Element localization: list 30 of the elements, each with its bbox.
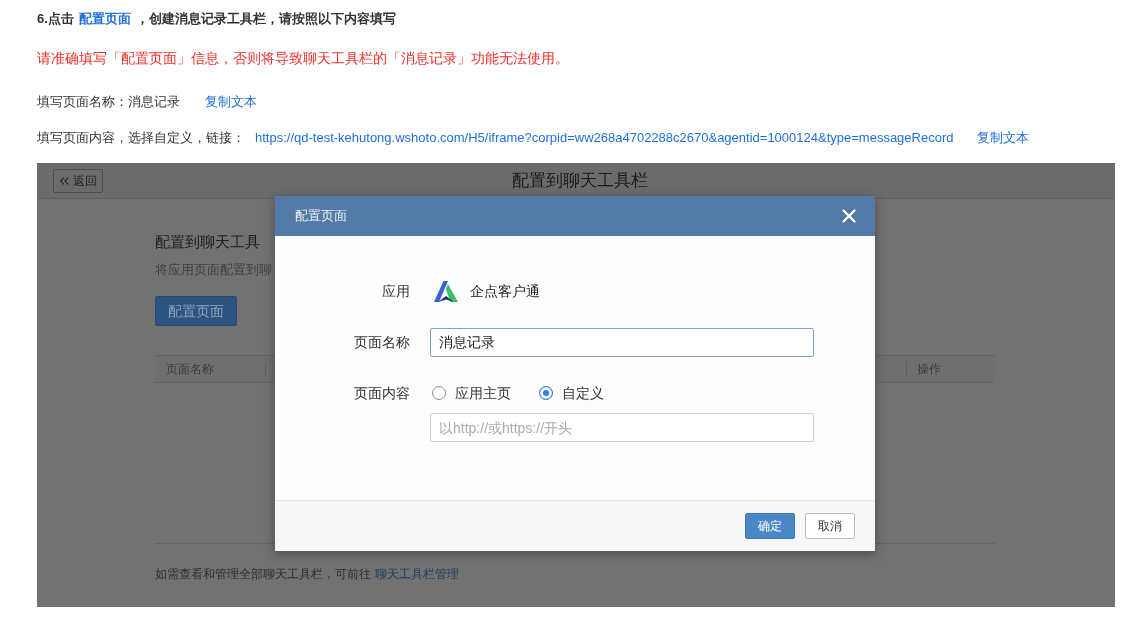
- app-name: 企点客户通: [470, 282, 540, 301]
- back-button[interactable]: 返回: [53, 168, 103, 193]
- step-heading: 6.点击 配置页面 ，创建消息记录工具栏，请按照以下内容填写: [37, 10, 396, 28]
- radio-button[interactable]: [539, 386, 553, 400]
- radio-button[interactable]: [432, 386, 446, 400]
- page-title: 配置到聊天工具栏: [512, 169, 648, 192]
- config-page-button[interactable]: 配置页面: [155, 296, 237, 326]
- instruction-label: 填写页面内容，选择自定义，链接：: [37, 129, 245, 147]
- radio-label[interactable]: 应用主页: [455, 382, 511, 404]
- app-logo-icon: [433, 279, 459, 304]
- close-icon: [842, 209, 856, 223]
- cancel-button[interactable]: 取消: [805, 513, 855, 539]
- close-button[interactable]: [842, 209, 856, 223]
- page-name-input[interactable]: 消息记录: [430, 328, 814, 357]
- instruction-text: 填写页面名称：消息记录: [37, 93, 180, 111]
- copy-text-link[interactable]: 复制文本: [205, 92, 257, 112]
- form-label: 页面内容: [353, 383, 410, 403]
- url-link[interactable]: https://qd-test-kehutong.wshoto.com/H5/iframe?corpid=ww268a4702288c2670&agentid=1000124&type=messageRecord: [255, 128, 954, 148]
- config-page-link[interactable]: 配置页面: [78, 11, 131, 26]
- confirm-button[interactable]: 确定: [745, 513, 795, 539]
- warning-text: 请准确填写「配置页面」信息，否则将导致聊天工具栏的「消息记录」功能无法使用。: [37, 49, 569, 68]
- url-input[interactable]: 以http://或https://开头: [430, 413, 814, 442]
- footer-text: 如需查看和管理全部聊天工具栏，可前往 聊天工具栏管理: [155, 566, 459, 582]
- dialog-title: 配置页面: [295, 207, 347, 226]
- radio-label[interactable]: 自定义: [562, 382, 604, 404]
- section-title: 配置到聊天工具: [155, 232, 260, 252]
- form-label: 页面名称: [353, 333, 410, 352]
- copy-text-link[interactable]: 复制文本: [977, 128, 1030, 148]
- double-chevron-left-icon: [59, 176, 69, 185]
- form-label: 应用: [381, 282, 410, 301]
